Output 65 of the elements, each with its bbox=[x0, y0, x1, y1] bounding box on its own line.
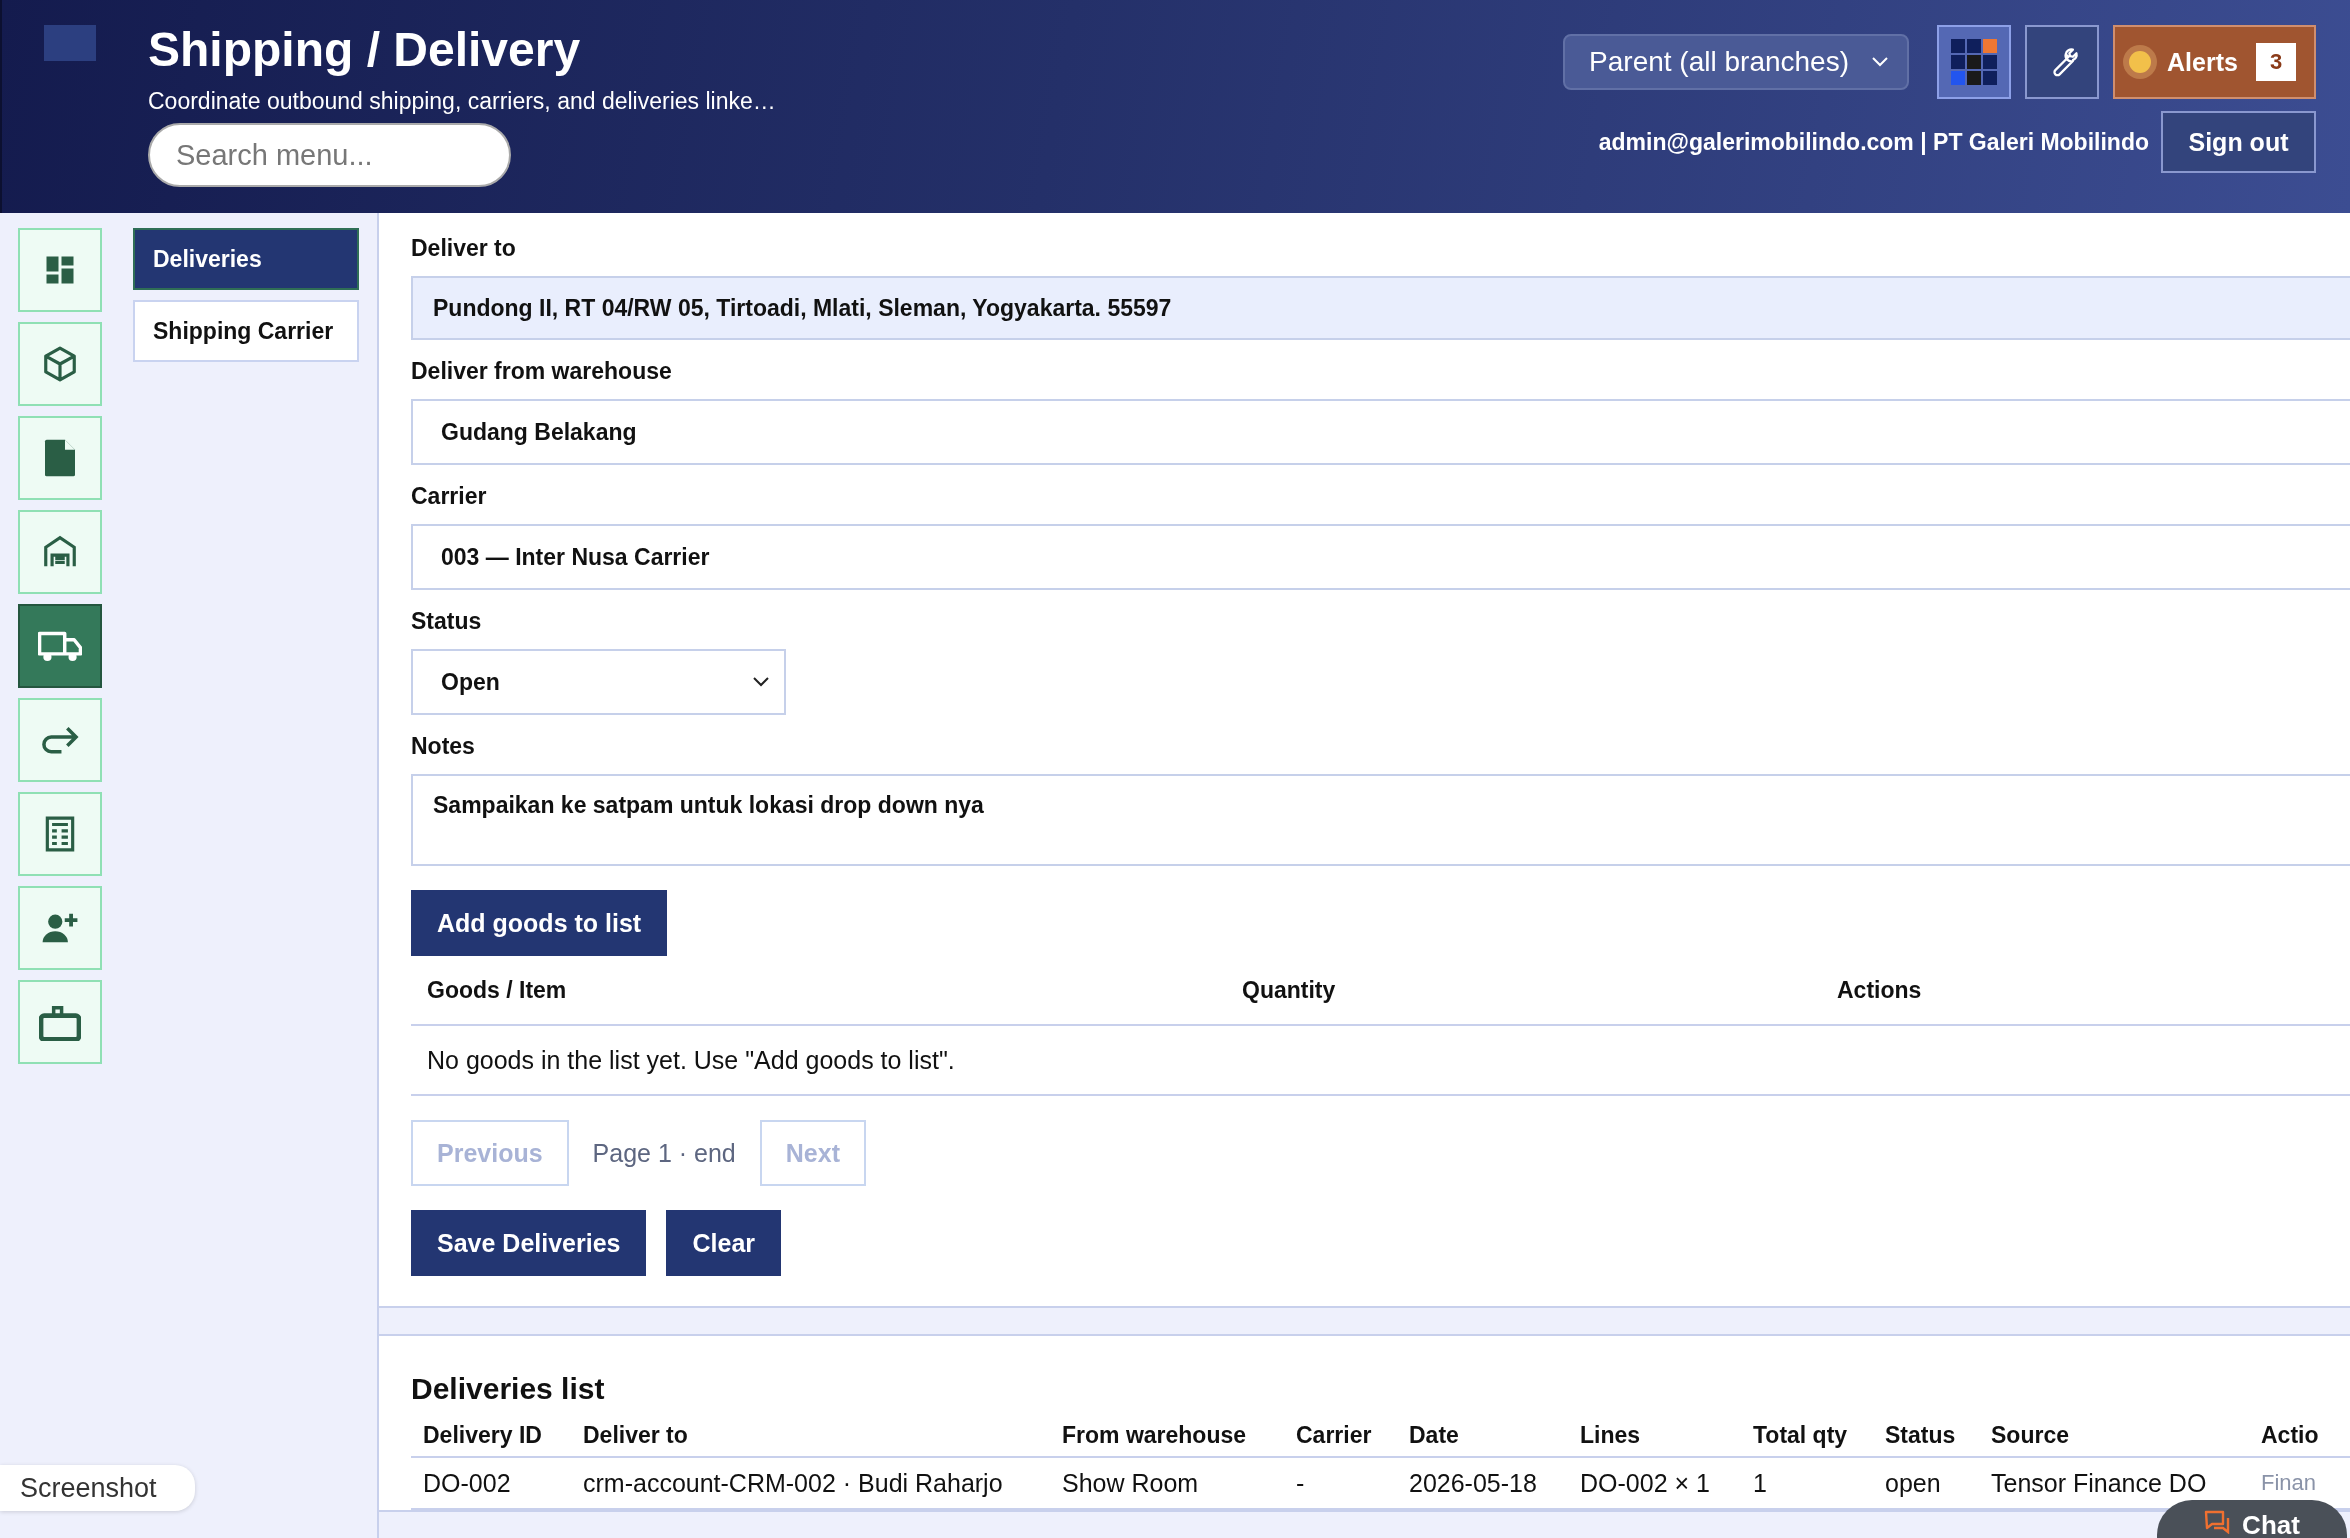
column-header: Goods / Item bbox=[427, 976, 568, 1004]
table-cell-text: 1 bbox=[1753, 1468, 1768, 1498]
table-cell-text: open bbox=[1885, 1468, 1942, 1498]
alerts-button[interactable]: Alerts 3 bbox=[2113, 25, 2316, 99]
column-header: Quantity bbox=[1242, 976, 1337, 1004]
add-goods-button[interactable]: Add goods to list bbox=[411, 890, 668, 956]
page-title: Shipping / Delivery bbox=[148, 22, 581, 78]
chevron-icon bbox=[752, 676, 770, 688]
table-cell-text: crm-account-CRM-002 · Budi Raharjo bbox=[583, 1468, 1004, 1498]
user-account: admin@galerimobilindo.com | PT Galeri Mobilindo bbox=[1598, 128, 2149, 156]
column-header: From warehouse bbox=[1062, 1421, 1248, 1449]
table-cell-text: DO-002 bbox=[423, 1468, 512, 1498]
field-label: Notes bbox=[411, 733, 475, 760]
branch-select[interactable]: Parent (all branches) bbox=[1563, 34, 1909, 90]
address-field[interactable]: Pundong II, RT 04/RW 05, Tirtoadi, Mlati, Sleman, Yogyakarta. 55597 bbox=[411, 276, 2350, 340]
notes-field[interactable]: Sampaikan ke satpam untuk lokasi drop down nya bbox=[411, 774, 2350, 866]
alerts-label: Alerts bbox=[2167, 47, 2238, 77]
table-cell-text: 2026-05-18 bbox=[1409, 1468, 1538, 1498]
field-label: Deliver to bbox=[411, 235, 516, 262]
chevron-icon bbox=[1871, 56, 1889, 68]
field-label: Carrier bbox=[411, 483, 487, 510]
column-header: Actions bbox=[1837, 976, 1923, 1004]
column-header: Total qty bbox=[1753, 1421, 1849, 1449]
chat-button[interactable]: Chat bbox=[2157, 1500, 2347, 1538]
return-arrow-icon bbox=[41, 725, 79, 755]
column-header: Carrier bbox=[1296, 1421, 1373, 1449]
grid-icon bbox=[1951, 39, 1997, 85]
page-indicator: Page 1 · end bbox=[592, 1138, 736, 1168]
document-icon bbox=[43, 438, 77, 478]
search-field[interactable]: Search menu... bbox=[148, 123, 511, 187]
briefcase-icon bbox=[39, 1003, 81, 1041]
apps-button[interactable] bbox=[1937, 25, 2011, 99]
select-field[interactable]: 003 — Inter Nusa Carrier bbox=[411, 524, 2350, 590]
table-cell-text: Show Room bbox=[1062, 1468, 1200, 1498]
column-header: Deliver to bbox=[583, 1421, 689, 1449]
empty-message: No goods in the list yet. Use "Add goods to list". bbox=[427, 1045, 955, 1075]
subnav-tab[interactable]: Shipping Carrier bbox=[133, 300, 359, 362]
column-header: Status bbox=[1885, 1421, 1957, 1449]
table-cell-text: - bbox=[1296, 1468, 1306, 1498]
column-header: Source bbox=[1991, 1421, 2070, 1449]
table-cell-text: Tensor Finance DO bbox=[1991, 1468, 2208, 1498]
calculator-icon bbox=[44, 815, 76, 853]
column-header: Date bbox=[1409, 1421, 1460, 1449]
page-subtitle: Coordinate outbound shipping, carriers, and deliveries linke… bbox=[148, 88, 776, 115]
column-header: Delivery ID bbox=[423, 1421, 543, 1449]
alerts-count: 3 bbox=[2255, 43, 2297, 81]
section-title: Deliveries list bbox=[411, 1372, 605, 1406]
settings-button[interactable] bbox=[2025, 25, 2099, 99]
field-label: Deliver from warehouse bbox=[411, 358, 672, 385]
column-header: Lines bbox=[1580, 1421, 1642, 1449]
tooltip: Screenshot bbox=[0, 1465, 195, 1511]
logo-icon bbox=[44, 25, 96, 61]
status-select[interactable]: Open bbox=[411, 649, 786, 715]
subnav-tab[interactable]: Deliveries bbox=[133, 228, 359, 290]
cube-icon bbox=[41, 345, 79, 383]
save-button[interactable]: Save Deliveries bbox=[411, 1210, 647, 1276]
table-cell-text: DO-002 × 1 bbox=[1580, 1468, 1711, 1498]
chat-icon bbox=[2204, 1510, 2231, 1534]
sign-out-button[interactable]: Sign out bbox=[2161, 111, 2316, 173]
select-field[interactable]: Gudang Belakang bbox=[411, 399, 2350, 465]
table-cell-text: Finan bbox=[2261, 1470, 2318, 1496]
nav-rail-button[interactable] bbox=[18, 604, 102, 688]
clear-button[interactable]: Clear bbox=[666, 1210, 782, 1276]
column-header: Actio bbox=[2261, 1421, 2320, 1449]
field-label: Status bbox=[411, 608, 482, 635]
